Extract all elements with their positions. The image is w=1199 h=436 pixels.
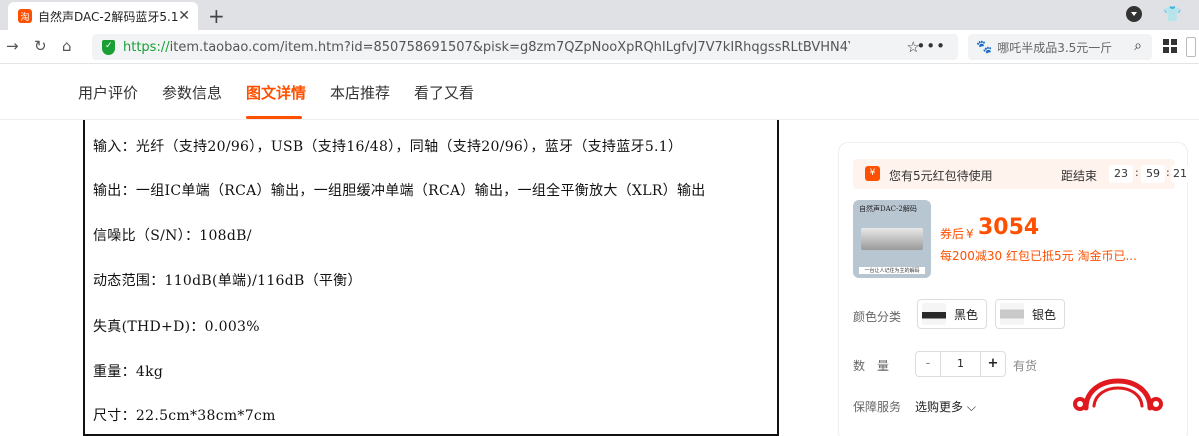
stock-status: 有货 [1013,359,1038,373]
color-label: 颜色分类 [853,310,902,324]
countdown-sep: : [1166,166,1170,179]
service-label: 保障服务 [853,400,902,414]
home-icon[interactable]: ⌂ [62,37,72,55]
color-option-silver[interactable]: 银色 [995,299,1066,329]
active-tab-underline [246,116,302,119]
url-scheme: https:// [123,39,170,55]
headphone-logo-icon [1073,378,1163,411]
spec-size: 尺寸：22.5cm*38cm*7cm [93,408,276,424]
spec-dynamic-range: 动态范围：110dB(单端)/116dB（平衡） [93,273,362,289]
black-swatch-image [922,303,946,325]
tab-shop-recommend[interactable]: 本店推荐 [330,82,390,103]
service-dropdown[interactable]: 选购更多 ⌵ [915,398,976,415]
profile-menu-icon[interactable] [1126,6,1142,22]
color-option-black[interactable]: 黑色 [917,299,988,329]
red-packet-icon: ¥ [865,166,880,181]
more-dots-icon[interactable]: ••• [916,37,946,55]
scrollbar-thumb[interactable] [1186,37,1196,57]
search-text: 哪吒半成品3.5元一斤 [997,40,1113,55]
spec-input: 输入：光纤（支持20/96），USB（支持16/48），同轴（支持20/96），… [93,139,683,155]
tab-parameters[interactable]: 参数信息 [162,82,222,103]
apps-grid-icon[interactable] [1163,39,1177,53]
tab-image-details[interactable]: 图文详情 [246,82,306,103]
close-tab-icon[interactable]: ✕ [178,8,190,24]
color-name: 黑色 [954,307,979,322]
browser-tab[interactable]: 淘 自然声DAC-2解码蓝牙5.1不逊 ✕ [8,2,198,30]
spec-weight: 重量：4kg [93,364,164,380]
new-tab-icon[interactable]: + [208,4,225,28]
qty-plus-button[interactable]: + [981,352,1005,376]
coupon-message: 您有5元红包待使用 [889,169,993,183]
reload-icon[interactable]: ↻ [34,37,47,55]
url-text: item.taobao.com/item.htm?id=850758691507… [169,39,850,55]
thumb-title: 自然声DAC-2解码 [859,205,917,213]
detail-nav: 用户评价 参数信息 图文详情 本店推荐 看了又看 [0,64,1199,120]
silver-swatch-image [1000,303,1024,325]
countdown-minutes: 59 [1141,165,1165,183]
secure-shield-icon [102,39,115,55]
taobao-favicon-icon: 淘 [18,9,32,23]
forward-arrow-icon[interactable]: → [6,37,19,55]
thumb-caption: 一台让人记住为主的解码 [859,267,925,274]
shirt-icon[interactable]: 👕 [1163,5,1182,23]
quantity-label: 数 量 [853,359,890,373]
color-name: 银色 [1032,307,1057,322]
tab-user-reviews[interactable]: 用户评价 [78,82,138,103]
countdown-hours: 23 [1109,165,1133,183]
qty-minus-button[interactable]: - [916,352,940,376]
coupon-bar[interactable]: ¥ 您有5元红包待使用 距结束 23 : 59 : 21 [853,159,1189,189]
spec-detail-image: 输入：光纤（支持20/96），USB（支持16/48），同轴（支持20/96），… [83,120,779,436]
dac-device-image [861,228,923,250]
browser-tabstrip: 淘 自然声DAC-2解码蓝牙5.1不逊 ✕ + 👕 [0,0,1199,30]
browser-toolbar: → ↻ ⌂ https:// item.taobao.com/item.htm?… [0,30,1199,64]
spec-snr: 信噪比（S/N）：108dB/ [93,228,252,244]
paw-icon: 🐾 [976,39,993,55]
address-bar[interactable]: https:// item.taobao.com/item.htm?id=850… [92,34,958,60]
countdown-seconds: 21 [1171,165,1189,183]
price-value: 3054 [978,215,1040,240]
countdown-sep: : [1135,166,1139,179]
tab-title: 自然声DAC-2解码蓝牙5.1不逊 [38,9,178,24]
search-box[interactable]: 🐾 哪吒半成品3.5元一斤 ⌕ [968,34,1152,60]
price-label: 券后 ¥ [940,227,974,241]
spec-output: 输出：一组IC单端（RCA）输出，一组胆缓冲单端（RCA）输出，一组全平衡放大（… [93,183,706,199]
qty-input[interactable]: 1 [940,352,981,376]
chevron-down-icon: ⌵ [966,400,976,414]
spec-thd: 失真(THD+D)：0.003% [93,319,260,335]
tab-see-again[interactable]: 看了又看 [414,82,474,103]
product-thumbnail[interactable]: 自然声DAC-2解码 一台让人记住为主的解码 [853,200,931,278]
promo-text[interactable]: 每200减30 红包已抵5元 淘金币已... [940,247,1137,264]
quantity-stepper: - 1 + [915,351,1006,377]
search-icon[interactable]: ⌕ [1134,38,1142,54]
countdown-label: 距结束 [1061,169,1098,183]
